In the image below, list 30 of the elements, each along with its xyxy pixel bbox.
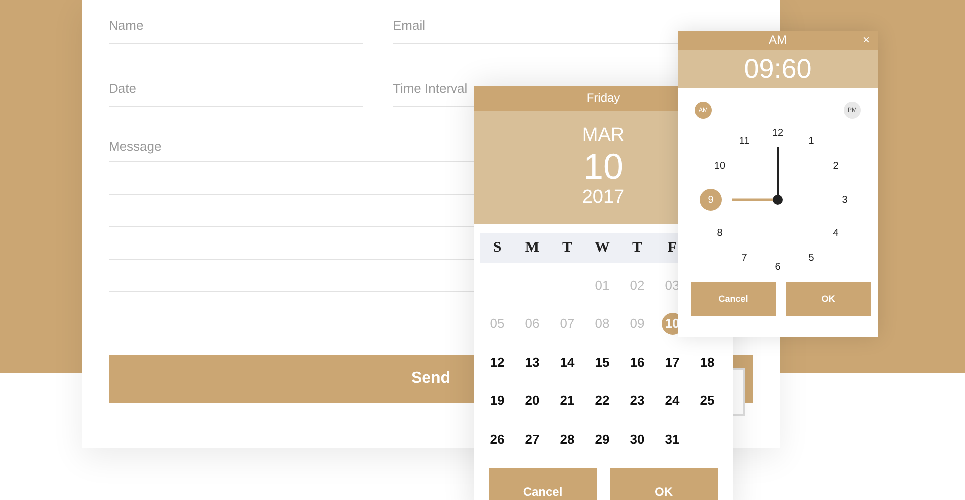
- month-label: MAR: [582, 125, 625, 148]
- input-field[interactable]: Name: [109, 8, 363, 44]
- calendar-day[interactable]: 26: [486, 428, 508, 451]
- input-field[interactable]: Date: [109, 71, 363, 107]
- calendar-day[interactable]: 28: [556, 428, 578, 451]
- weekday-letter: W: [594, 238, 611, 258]
- clock-hour[interactable]: 7: [734, 247, 756, 270]
- weekday-letter: T: [561, 238, 574, 258]
- clock-hour[interactable]: 6: [767, 256, 789, 278]
- clock-hour[interactable]: 4: [825, 222, 848, 244]
- clock-hands-drawing: [732, 147, 783, 205]
- calendar-day[interactable]: 30: [626, 428, 648, 451]
- clock-hour[interactable]: 5: [800, 247, 822, 270]
- weekday-letter: S: [492, 238, 503, 258]
- calendar-day[interactable]: 31: [662, 428, 684, 451]
- clock-hour[interactable]: 11: [734, 130, 756, 153]
- clock-hour[interactable]: 3: [834, 189, 856, 211]
- weekday-letter: T: [631, 238, 644, 258]
- year-label: 2017: [582, 187, 625, 210]
- calendar-day[interactable]: 27: [522, 428, 544, 451]
- clock-hour[interactable]: 12: [767, 122, 789, 144]
- weekday-letter: F: [666, 238, 678, 258]
- clock-hour[interactable]: 10: [708, 156, 731, 178]
- clock-hour[interactable]: 1: [800, 130, 822, 153]
- calendar-day[interactable]: 29: [592, 428, 614, 451]
- time-display: 09:60: [678, 50, 878, 88]
- clock-hour[interactable]: 8: [708, 222, 731, 244]
- day-label: 10: [583, 147, 624, 188]
- weekday-letter: M: [524, 238, 541, 258]
- clock-hour[interactable]: 2: [825, 156, 848, 178]
